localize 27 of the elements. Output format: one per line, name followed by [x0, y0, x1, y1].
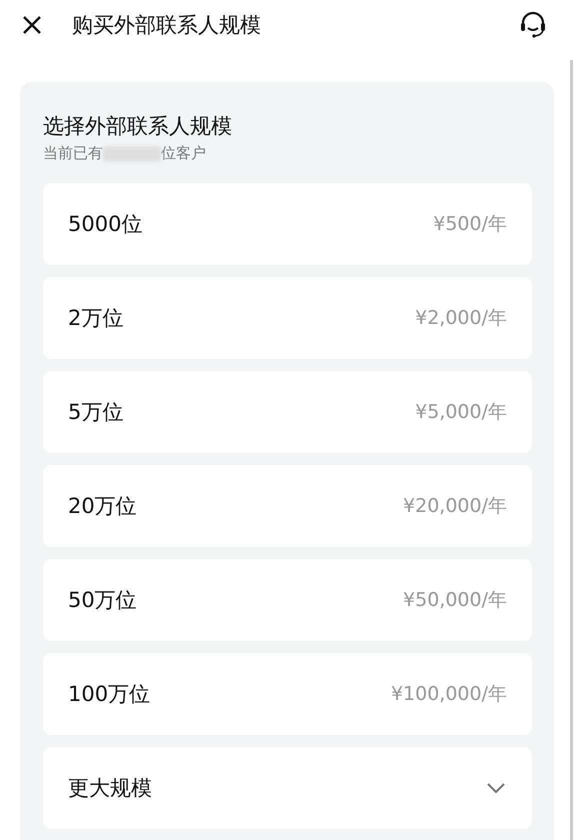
option-item[interactable]: 5000位 ¥500/年: [43, 183, 532, 265]
option-price: ¥2,000/年: [415, 306, 507, 331]
option-item[interactable]: 50万位 ¥50,000/年: [43, 559, 532, 641]
option-price: ¥5,000/年: [415, 400, 507, 425]
close-icon[interactable]: [22, 15, 42, 35]
option-label: 20万位: [68, 493, 137, 520]
subtitle-text: 当前已有: [43, 144, 103, 163]
option-item[interactable]: 20万位 ¥20,000/年: [43, 465, 532, 547]
section-title: 选择外部联系人规模: [43, 113, 233, 140]
option-item[interactable]: 更大规模: [43, 747, 532, 829]
page-title: 购买外部联系人规模: [72, 12, 262, 39]
chevron-down-icon[interactable]: [487, 783, 505, 793]
option-price: ¥500/年: [433, 212, 507, 237]
option-item[interactable]: 2万位 ¥2,000/年: [43, 277, 532, 359]
subtitle-text: 位客户: [161, 144, 206, 163]
option-price: ¥20,000/年: [403, 494, 507, 519]
option-item[interactable]: 5万位 ¥5,000/年: [43, 371, 532, 453]
option-label: 100万位: [68, 681, 150, 708]
option-label: 5万位: [68, 399, 124, 426]
option-label: 更大规模: [68, 775, 152, 802]
option-label: 50万位: [68, 587, 137, 614]
redaction: [103, 146, 161, 160]
option-price: ¥100,000/年: [390, 682, 507, 707]
option-price: ¥50,000/年: [403, 588, 507, 613]
option-label: 5000位: [68, 211, 142, 238]
option-label: 2万位: [68, 305, 124, 332]
option-item[interactable]: 100万位 ¥100,000/年: [43, 653, 532, 735]
